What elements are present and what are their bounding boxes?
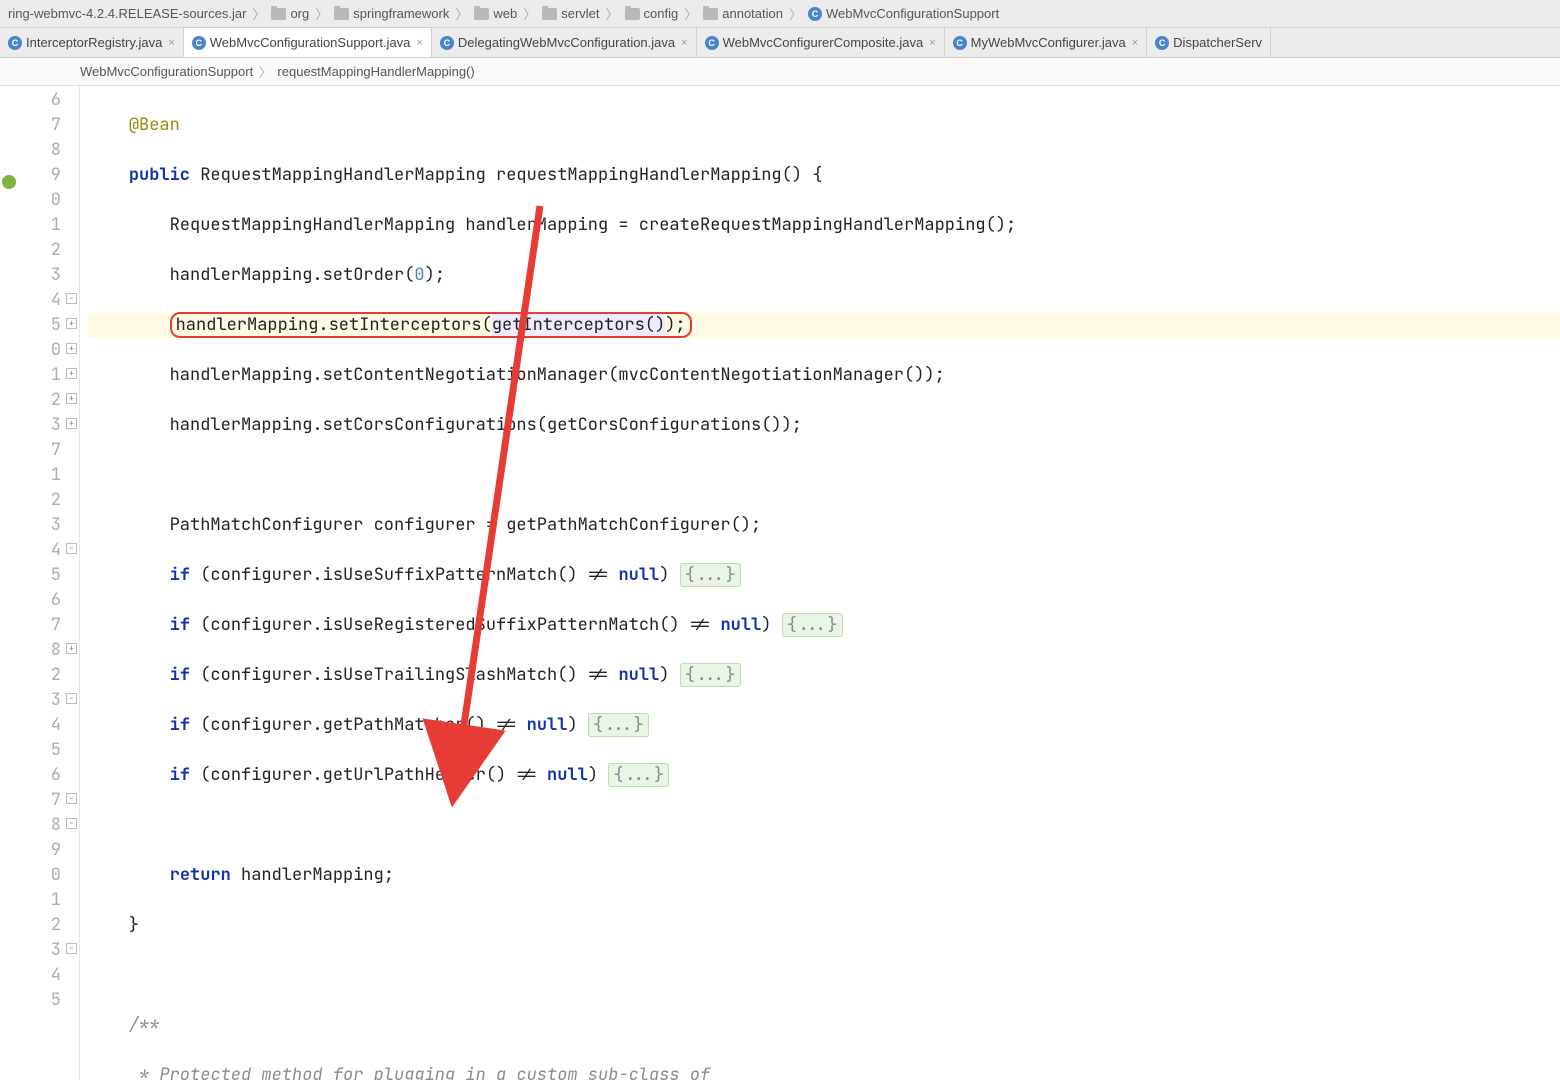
folder-icon: [271, 8, 286, 20]
tab-dispatcher-servlet[interactable]: CDispatcherServ: [1147, 28, 1271, 57]
close-icon[interactable]: ×: [929, 37, 935, 49]
code-editor[interactable]: 6 7 8 9 0 1 2 3 4− 5+ 0+ 1+ 2+ 3+ 7 1 2 …: [0, 86, 1560, 1080]
close-icon[interactable]: ×: [416, 37, 422, 49]
class-icon: C: [192, 36, 206, 50]
crumb-org[interactable]: org: [267, 6, 313, 21]
line-number-gutter: 6 7 8 9 0 1 2 3 4− 5+ 0+ 1+ 2+ 3+ 7 1 2 …: [0, 86, 80, 1080]
crumb-config[interactable]: config: [621, 6, 683, 21]
close-icon[interactable]: ×: [168, 37, 174, 49]
code-area[interactable]: @Bean public RequestMappingHandlerMappin…: [80, 86, 1560, 1080]
folder-icon: [334, 8, 349, 20]
class-icon: C: [1155, 36, 1169, 50]
fold-icon[interactable]: −: [66, 793, 77, 804]
code-breadcrumb: WebMvcConfigurationSupport 〉 requestMapp…: [0, 58, 1560, 86]
fold-icon[interactable]: −: [66, 943, 77, 954]
tab-webmvc-config-support[interactable]: CWebMvcConfigurationSupport.java×: [184, 28, 432, 57]
fold-icon[interactable]: +: [66, 418, 77, 429]
class-icon: C: [705, 36, 719, 50]
crumb-servlet[interactable]: servlet: [538, 6, 603, 21]
class-icon: C: [808, 7, 822, 21]
class-icon: C: [440, 36, 454, 50]
highlight-box-1: handlerMapping.setInterceptors(getInterc…: [170, 312, 692, 338]
fold-icon[interactable]: +: [66, 343, 77, 354]
fold-icon[interactable]: +: [66, 368, 77, 379]
folder-icon: [474, 8, 489, 20]
crumb-class[interactable]: CWebMvcConfigurationSupport: [804, 6, 1003, 21]
folder-icon: [542, 8, 557, 20]
method-crumb[interactable]: requestMappingHandlerMapping(): [277, 64, 474, 79]
fold-icon[interactable]: −: [66, 693, 77, 704]
tab-my-webmvc-configurer[interactable]: CMyWebMvcConfigurer.java×: [945, 28, 1148, 57]
breadcrumb-bar: ring-webmvc-4.2.4.RELEASE-sources.jar〉 o…: [0, 0, 1560, 28]
fold-icon[interactable]: +: [66, 318, 77, 329]
tab-delegating-webmvc-config[interactable]: CDelegatingWebMvcConfiguration.java×: [432, 28, 697, 57]
close-icon[interactable]: ×: [1132, 37, 1138, 49]
crumb-jar[interactable]: ring-webmvc-4.2.4.RELEASE-sources.jar: [4, 6, 250, 21]
crumb-web[interactable]: web: [470, 6, 521, 21]
tab-interceptor-registry[interactable]: CInterceptorRegistry.java×: [0, 28, 184, 57]
tab-webmvc-configurer-composite[interactable]: CWebMvcConfigurerComposite.java×: [697, 28, 945, 57]
fold-icon[interactable]: −: [66, 543, 77, 554]
crumb-annotation[interactable]: annotation: [699, 6, 787, 21]
fold-icon[interactable]: +: [66, 643, 77, 654]
fold-icon[interactable]: +: [66, 393, 77, 404]
class-icon: C: [953, 36, 967, 50]
class-icon: C: [8, 36, 22, 50]
fold-icon[interactable]: −: [66, 293, 77, 304]
folder-icon: [625, 8, 640, 20]
folder-icon: [703, 8, 718, 20]
editor-tabs: CInterceptorRegistry.java× CWebMvcConfig…: [0, 28, 1560, 58]
class-crumb[interactable]: WebMvcConfigurationSupport: [80, 64, 253, 79]
crumb-springframework[interactable]: springframework: [330, 6, 453, 21]
fold-icon[interactable]: −: [66, 818, 77, 829]
close-icon[interactable]: ×: [681, 37, 687, 49]
